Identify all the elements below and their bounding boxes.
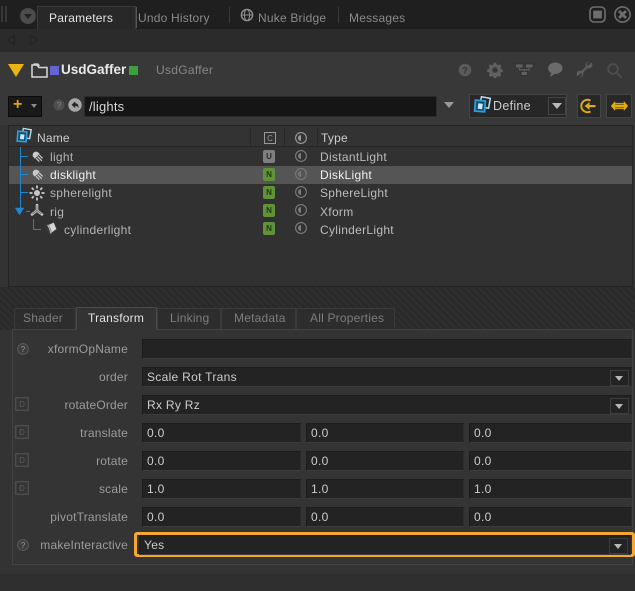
svg-text:?: ? <box>57 101 62 110</box>
svg-text:?: ? <box>21 541 26 550</box>
svg-text:C: C <box>267 134 273 143</box>
svg-text:?: ? <box>462 66 468 76</box>
